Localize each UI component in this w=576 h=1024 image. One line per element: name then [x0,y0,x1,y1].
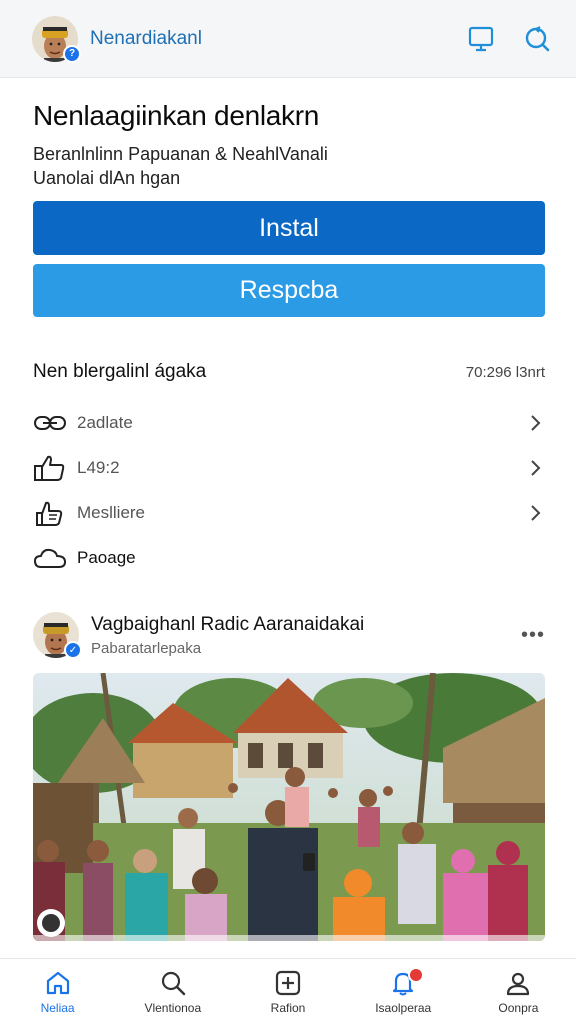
hand-icon [33,498,69,528]
page-title: Nenlaagiinkan denlakrn [33,100,320,131]
add-box-icon [273,968,303,998]
install-button[interactable]: Instal [33,201,545,255]
details-heading-value: 70:296 l3nrt [465,363,545,381]
details-section: Nen blergalinl ágaka 70:296 l3nrt 2adlat… [33,358,545,580]
nav-notifications[interactable]: Isaolperaa [346,959,461,1024]
app-title: Nenardiakanl [90,27,202,49]
app-header-section: Nenlaagiinkan denlakrn Beranlnlinn Papua… [33,100,545,190]
nav-search[interactable]: Vlentionoa [115,959,230,1024]
notification-dot [407,967,424,983]
details-row-link[interactable]: 2adlate [33,400,545,445]
top-app-bar: ? Nenardiakanl [0,0,576,78]
link-icon [33,408,69,438]
nav-label: Rafion [270,1001,306,1015]
search-icon [158,968,188,998]
nav-label: Oonpra [498,1001,539,1015]
details-row-label: Paoage [77,547,136,567]
nav-label: Neliaa [40,1001,75,1015]
details-row-hand[interactable]: Meslliere [33,490,545,535]
details-row-label: Meslliere [77,502,146,522]
home-icon [43,968,73,998]
details-row-label: L49:2 [77,457,120,477]
nav-label: Vlentionoa [144,1001,202,1015]
bottom-navigation: Neliaa Vlentionoa Rafion Isaolperaa Oonp… [0,958,576,1024]
chevron-right-icon [531,459,541,476]
details-row-package[interactable]: Paoage [33,535,545,580]
post-subtitle: Pabaratarlepaka [91,639,202,657]
subtitle-line-1: Beranlnlinn Papuanan & NeahlVanali [33,144,328,164]
nav-label: Isaolperaa [375,1001,432,1015]
details-row-label: 2adlate [77,412,133,432]
post-card: ✓ Vagbaighanl Radic Aaranaidakai Pabarat… [33,609,545,941]
post-photo[interactable] [33,673,545,941]
more-options-icon[interactable]: ••• [515,624,545,647]
details-row-likes[interactable]: L49:2 [33,445,545,490]
village-gathering-image [33,673,545,941]
cloud-icon [33,543,69,573]
secondary-action-button[interactable]: Respcba [33,264,545,317]
post-header: ✓ Vagbaighanl Radic Aaranaidakai Pabarat… [33,609,545,661]
post-meta: Vagbaighanl Radic Aaranaidakai Pabaratar… [91,614,515,657]
subtitle-line-2: Uanolai dlAn hgan [33,168,181,188]
monitor-icon[interactable] [464,22,498,56]
nav-home[interactable]: Neliaa [0,959,115,1024]
refresh-search-icon[interactable] [520,22,554,56]
page-subtitle: Beranlnlinn Papuanan & NeahlVanali Uanol… [33,142,545,190]
post-author-avatar[interactable]: ✓ [33,612,82,659]
chevron-right-icon [531,504,541,521]
details-heading: Nen blergalinl ágaka [33,361,207,382]
verified-badge-icon: ? [63,44,81,63]
details-header: Nen blergalinl ágaka 70:296 l3nrt [33,358,545,386]
post-author-name: Vagbaighanl Radic Aaranaidakai [91,613,365,635]
profile-icon [503,968,533,998]
thumbs-up-icon [33,453,69,483]
account-avatar[interactable]: ? [32,15,81,63]
nav-profile[interactable]: Oonpra [461,959,576,1024]
nav-create[interactable]: Rafion [230,959,345,1024]
verified-badge-icon: ✓ [64,641,82,659]
chevron-right-icon [531,414,541,431]
